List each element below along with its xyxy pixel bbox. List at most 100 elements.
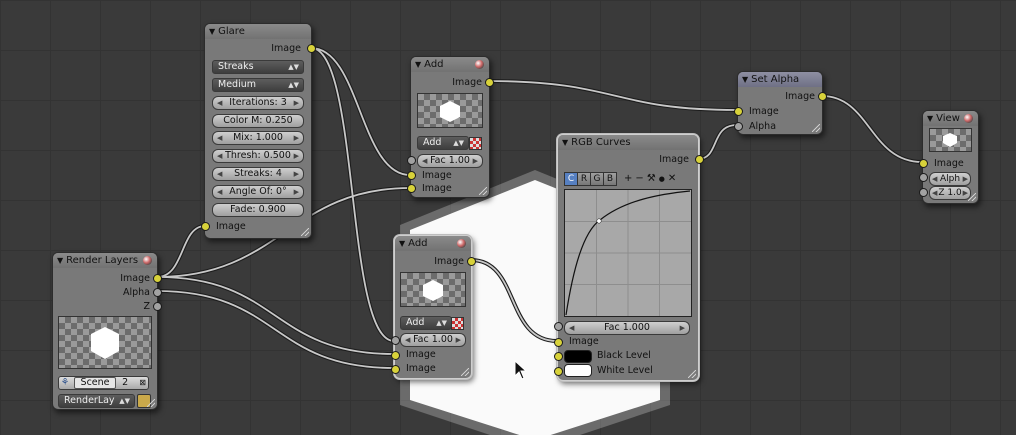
- glare-output-socket[interactable]: [307, 44, 316, 53]
- increment-arrow-icon[interactable]: ▶: [294, 132, 299, 144]
- decrement-arrow-icon[interactable]: ◀: [217, 132, 222, 144]
- tab-channel-c[interactable]: C: [564, 172, 578, 186]
- rgb-curves-output-socket[interactable]: [695, 155, 704, 164]
- add-top-input-socket-1[interactable]: [407, 171, 416, 180]
- set-alpha-node[interactable]: ▼ Set Alpha Image Image Alpha: [734, 71, 827, 135]
- preview-toggle-icon[interactable]: [143, 256, 152, 265]
- white-level-socket[interactable]: [554, 367, 563, 376]
- alpha-toggle-icon[interactable]: [451, 317, 464, 330]
- glare-quality-select[interactable]: Medium ▲▼: [212, 78, 304, 92]
- decrement-arrow-icon[interactable]: ◀: [932, 173, 937, 185]
- increment-arrow-icon[interactable]: ▶: [963, 173, 968, 185]
- glare-color-mod-field[interactable]: Color M: 0.250: [212, 114, 304, 128]
- add-bottom-blend-select[interactable]: Add ▲▼: [400, 316, 452, 330]
- glare-threshold-field[interactable]: ◀ Thresh: 0.500 ▶: [212, 149, 304, 163]
- delete-icon[interactable]: ✕: [668, 173, 679, 184]
- add-top-output-socket[interactable]: [485, 78, 494, 87]
- set-alpha-image-socket[interactable]: [734, 107, 743, 116]
- point-icon[interactable]: ●: [659, 175, 668, 183]
- curve-editor[interactable]: [564, 189, 692, 317]
- black-level-socket[interactable]: [554, 352, 563, 361]
- rgb-curves-fac-field[interactable]: ◀ Fac 1.000 ▶: [564, 321, 690, 335]
- render-layers-node[interactable]: ▼ Render Layers Image Alpha Z ⚘ Scene 2 ⊠…: [52, 252, 162, 410]
- zoom-in-icon[interactable]: +: [624, 173, 635, 184]
- collapse-arrow-icon[interactable]: ▼: [562, 138, 568, 147]
- collapse-arrow-icon[interactable]: ▼: [209, 27, 215, 36]
- add-top-fac-field[interactable]: ◀ Fac 1.00 ▶: [417, 154, 483, 168]
- rgb-curves-header[interactable]: ▼ RGB Curves: [558, 135, 698, 150]
- rgb-curves-input-socket[interactable]: [554, 338, 563, 347]
- increment-arrow-icon[interactable]: ▶: [294, 150, 299, 162]
- set-alpha-output-socket[interactable]: [818, 92, 827, 101]
- rgb-curves-node[interactable]: ▼ RGB Curves Image C R G B +−⚒●✕ ◀ Fac 1.0…: [554, 134, 704, 381]
- viewer-node[interactable]: ▼ View Image ◀ Alph ▶ ◀ Z 1.0 ▶: [919, 110, 979, 204]
- add-bottom-input-socket-2[interactable]: [391, 365, 400, 374]
- wrench-icon[interactable]: ⚒: [647, 173, 659, 184]
- decrement-arrow-icon[interactable]: ◀: [932, 187, 937, 199]
- decrement-arrow-icon[interactable]: ◀: [217, 168, 222, 180]
- add-bottom-output-socket[interactable]: [467, 257, 476, 266]
- collapse-arrow-icon[interactable]: ▼: [415, 60, 421, 69]
- black-level-swatch[interactable]: [564, 350, 592, 363]
- glare-input-socket[interactable]: [201, 222, 210, 231]
- decrement-arrow-icon[interactable]: ◀: [217, 150, 222, 162]
- decrement-arrow-icon[interactable]: ◀: [405, 334, 410, 346]
- resize-handle[interactable]: [688, 370, 696, 378]
- decrement-arrow-icon[interactable]: ◀: [569, 322, 574, 334]
- increment-arrow-icon[interactable]: ▶: [473, 155, 478, 167]
- glare-streaks-field[interactable]: ◀ Streaks: 4 ▶: [212, 167, 304, 181]
- viewer-header[interactable]: ▼ View: [923, 111, 978, 126]
- curve-control-point[interactable]: [596, 218, 602, 224]
- rgb-curves-fac-socket[interactable]: [554, 322, 563, 331]
- resize-handle[interactable]: [968, 193, 976, 201]
- glare-mix-field[interactable]: ◀ Mix: 1.000 ▶: [212, 131, 304, 145]
- add-node-top[interactable]: ▼ Add Image Add ▲▼ ◀ Fac 1.00 ▶ Image Image: [407, 56, 494, 198]
- preview-toggle-icon[interactable]: [457, 239, 466, 248]
- render-layers-header[interactable]: ▼ Render Layers: [53, 253, 157, 268]
- set-alpha-alpha-socket[interactable]: [734, 122, 743, 131]
- render-layers-z-socket[interactable]: [153, 302, 162, 311]
- viewer-z-field[interactable]: ◀ Z 1.0 ▶: [929, 186, 971, 200]
- white-level-swatch[interactable]: [564, 364, 592, 377]
- scene-selector[interactable]: ⚘ Scene 2 ⊠: [58, 376, 149, 390]
- viewer-image-socket[interactable]: [919, 159, 928, 168]
- glare-fade-field[interactable]: Fade: 0.900: [212, 203, 304, 217]
- glare-type-select[interactable]: Streaks ▲▼: [212, 60, 304, 74]
- glare-node[interactable]: ▼ Glare Image Streaks ▲▼ Medium ▲▼ ◀ Iterati…: [201, 23, 316, 239]
- curve-graph[interactable]: [565, 190, 691, 316]
- glare-iterations-field[interactable]: ◀ Iterations: 3 ▶: [212, 96, 304, 110]
- resize-handle[interactable]: [479, 187, 487, 195]
- viewer-alpha-field[interactable]: ◀ Alph ▶: [929, 172, 971, 186]
- viewer-alpha-socket[interactable]: [919, 173, 928, 182]
- viewer-z-socket[interactable]: [919, 188, 928, 197]
- tab-channel-b[interactable]: B: [603, 172, 617, 186]
- increment-arrow-icon[interactable]: ▶: [680, 322, 685, 334]
- preview-toggle-icon[interactable]: [475, 60, 484, 69]
- alpha-toggle-icon[interactable]: [469, 137, 482, 150]
- add-bottom-input-socket-1[interactable]: [391, 351, 400, 360]
- preview-toggle-icon[interactable]: [964, 114, 973, 123]
- unlink-scene-icon[interactable]: ⊠: [139, 377, 146, 389]
- add-top-input-socket-2[interactable]: [407, 184, 416, 193]
- resize-handle[interactable]: [301, 228, 309, 236]
- increment-arrow-icon[interactable]: ▶: [294, 186, 299, 198]
- increment-arrow-icon[interactable]: ▶: [294, 168, 299, 180]
- resize-handle[interactable]: [812, 124, 820, 132]
- increment-arrow-icon[interactable]: ▶: [456, 334, 461, 346]
- render-layers-alpha-socket[interactable]: [153, 288, 162, 297]
- add-bottom-fac-field[interactable]: ◀ Fac 1.00 ▶: [400, 333, 466, 347]
- collapse-arrow-icon[interactable]: ▼: [399, 239, 405, 248]
- decrement-arrow-icon[interactable]: ◀: [422, 155, 427, 167]
- zoom-out-icon[interactable]: −: [635, 173, 646, 184]
- decrement-arrow-icon[interactable]: ◀: [217, 97, 222, 109]
- tab-channel-r[interactable]: R: [577, 172, 591, 186]
- decrement-arrow-icon[interactable]: ◀: [217, 186, 222, 198]
- resize-handle[interactable]: [461, 368, 469, 376]
- add-node-bottom[interactable]: ▼ Add Image Add ▲▼ ◀ Fac 1.00 ▶ Image Image: [391, 235, 476, 379]
- add-top-header[interactable]: ▼ Add: [411, 57, 489, 72]
- glare-angle-offset-field[interactable]: ◀ Angle Of: 0° ▶: [212, 185, 304, 199]
- render-layers-image-socket[interactable]: [153, 274, 162, 283]
- increment-arrow-icon[interactable]: ▶: [294, 97, 299, 109]
- glare-header[interactable]: ▼ Glare: [205, 24, 311, 39]
- add-bottom-header[interactable]: ▼ Add: [395, 236, 471, 251]
